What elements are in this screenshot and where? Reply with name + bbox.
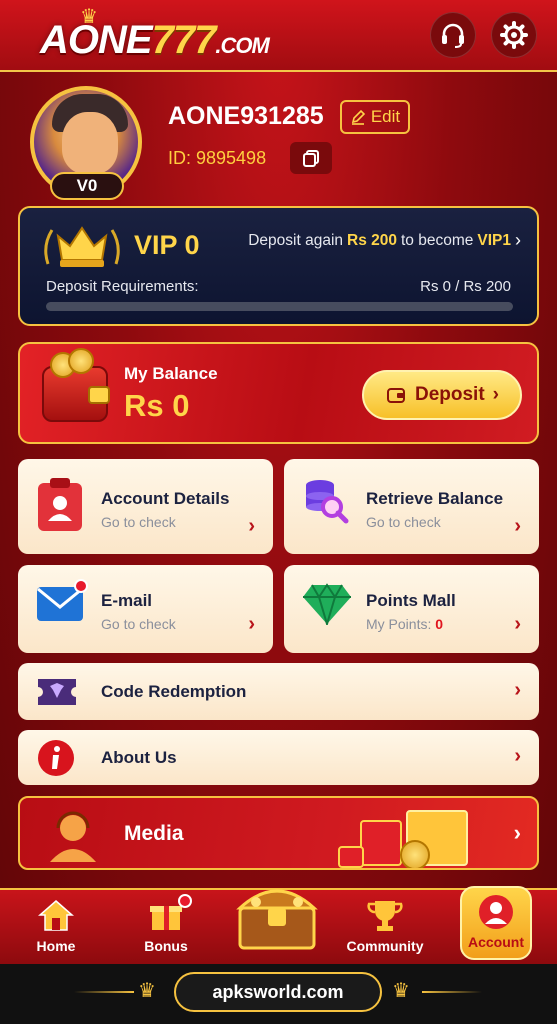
pencil-icon [351,109,365,125]
chevron-right-icon: › [514,515,521,537]
customer-service-button[interactable] [430,12,476,58]
nav-account[interactable]: Account [446,888,546,964]
user-icon [479,895,513,929]
info-icon [38,740,74,776]
coin-icon [400,840,430,868]
nav-community[interactable]: Community [335,890,435,966]
wallet-small-icon [386,388,405,403]
nav-home[interactable]: Home [6,890,106,966]
edit-label: Edit [370,107,401,126]
trophy-icon [367,901,403,931]
gift-box-icon [360,820,402,866]
crown-icon: ♛ [138,980,156,1002]
vip-level-badge: V0 [50,172,124,200]
code-redemption-row[interactable]: Code Redemption › [18,663,539,720]
gear-icon [500,21,528,49]
vip-card[interactable]: VIP 0 Deposit again Rs 200 to become VIP… [18,206,539,326]
treasure-chest-button[interactable] [232,878,322,954]
settings-button[interactable] [491,12,537,58]
nav-bonus[interactable]: Bonus [116,890,216,966]
wallet-icon [42,348,110,422]
vip-upgrade-message: Deposit again Rs 200 to become VIP1 › [248,230,521,250]
crown-icon: ♛ [392,980,410,1002]
user-id: ID: 9895498 [168,148,267,168]
chevron-right-icon: › [514,745,521,767]
username: AONE931285 [168,102,324,130]
about-us-row[interactable]: About Us › [18,730,539,785]
notification-dot [178,894,192,908]
browser-footer: ♛ apksworld.com ♛ [0,964,557,1024]
chevron-right-icon: › [492,384,499,405]
chevron-right-icon: › [248,515,255,537]
account-details-card[interactable]: Account Details Go to check › [18,459,273,554]
points-value: 0 [435,616,444,632]
copy-id-button[interactable] [290,142,332,174]
deposit-requirements-label: Deposit Requirements: [46,278,199,295]
retrieve-balance-card[interactable]: Retrieve Balance Go to check › [284,459,539,554]
home-icon [38,900,74,931]
points-mall-card[interactable]: Points Mall My Points: 0 › [284,565,539,653]
chevron-right-icon: › [514,679,521,701]
copy-icon [303,150,319,167]
gift-box-icon [338,846,364,868]
points-label: My Points: [366,616,432,632]
clipboard-user-icon [38,478,82,531]
media-banner[interactable]: Media › [18,796,539,870]
deposit-requirements-value: Rs 0 / Rs 200 [420,278,511,295]
vip-crown-icon [44,226,120,267]
chevron-right-icon: › [248,613,255,635]
edit-profile-button[interactable]: Edit [340,100,410,134]
diamond-icon [303,583,351,625]
top-header: ♛ AONE777.COM [0,0,557,72]
chevron-right-icon: › [515,230,521,250]
vip-progress-bar [46,302,513,311]
balance-card: My Balance Rs 0 Deposit › [18,342,539,444]
chevron-right-icon: › [514,613,521,635]
site-url-pill[interactable]: apksworld.com [174,972,382,1012]
chevron-right-icon: › [513,820,521,845]
ticket-icon [38,679,76,705]
crown-icon: ♛ [80,6,98,28]
deposit-button[interactable]: Deposit › [362,370,522,420]
support-agent-icon [50,811,96,862]
app-logo: ♛ AONE777.COM [40,6,270,62]
profile-section: V0 AONE931285 Edit ID: 9895498 [0,80,557,200]
headset-icon [442,23,464,48]
database-search-icon [306,480,349,524]
balance-label: My Balance [124,364,218,383]
email-card[interactable]: E-mail Go to check › [18,565,273,653]
vip-level-label: VIP 0 [134,230,200,260]
balance-amount: Rs 0 [124,388,190,423]
notification-dot [74,579,88,593]
